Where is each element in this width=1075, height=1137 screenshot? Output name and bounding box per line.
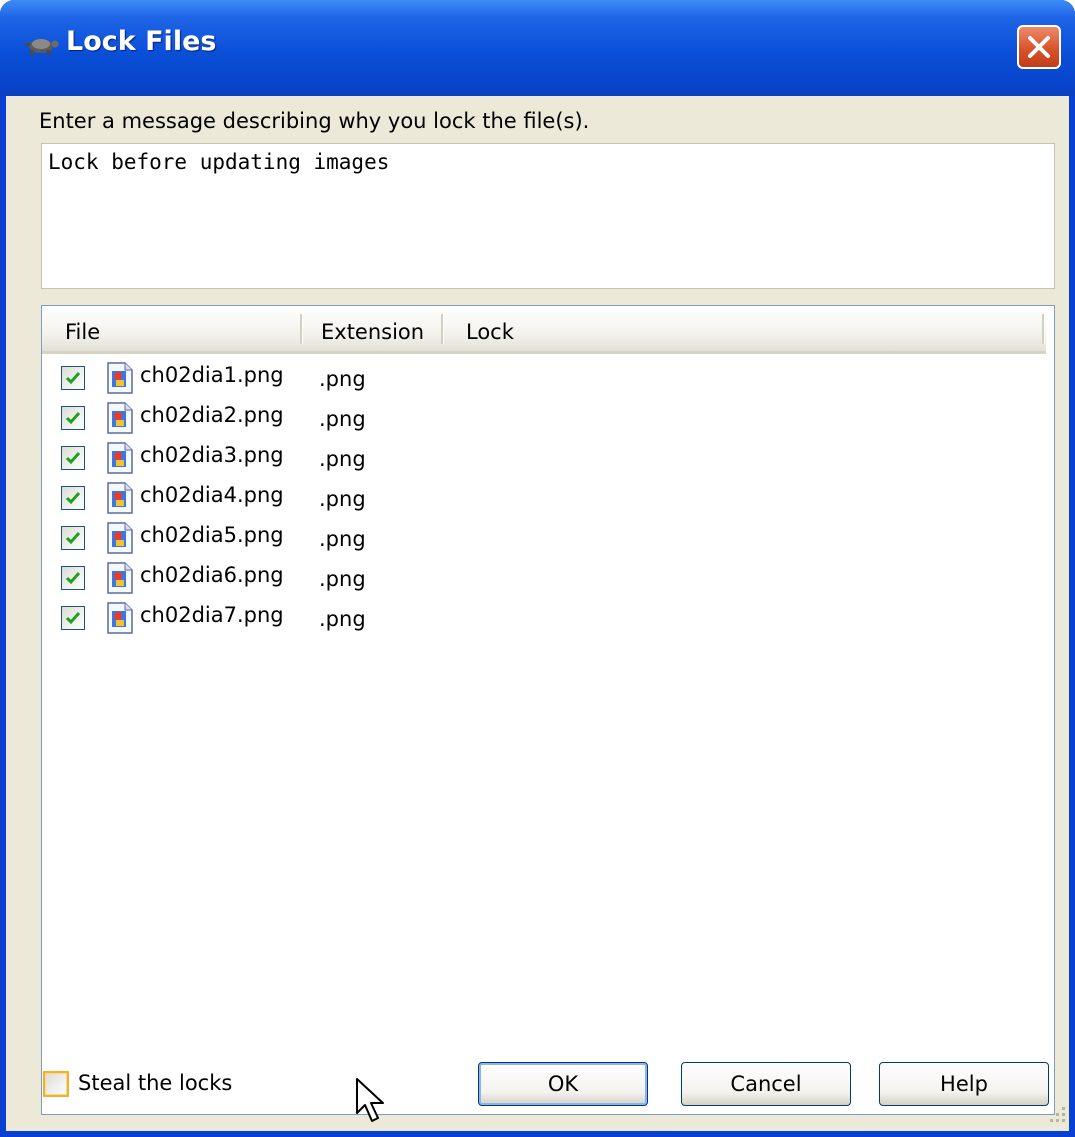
- row-checkbox[interactable]: [61, 526, 85, 550]
- lock-message-box: Lock before updating images: [41, 143, 1055, 289]
- file-extension: .png: [319, 367, 366, 391]
- file-name: ch02dia7.png: [140, 603, 284, 627]
- table-row[interactable]: ch02dia1.png .png: [42, 361, 1046, 401]
- file-extension: .png: [319, 607, 366, 631]
- png-file-icon: [107, 402, 133, 434]
- close-button[interactable]: [1017, 25, 1061, 69]
- row-checkbox[interactable]: [61, 566, 85, 590]
- row-checkbox[interactable]: [61, 486, 85, 510]
- checkmark-icon: [65, 572, 81, 585]
- message-prompt-label: Enter a message describing why you lock …: [39, 109, 590, 133]
- window-title: Lock Files: [66, 26, 217, 57]
- mouse-pointer-icon: [356, 1078, 384, 1122]
- row-checkbox[interactable]: [61, 366, 85, 390]
- ok-button[interactable]: OK: [478, 1062, 648, 1106]
- row-checkbox[interactable]: [61, 406, 85, 430]
- steal-locks-checkbox[interactable]: [43, 1071, 69, 1097]
- row-checkbox[interactable]: [61, 446, 85, 470]
- checkmark-icon: [65, 612, 81, 625]
- column-header-extension[interactable]: Extension: [321, 320, 424, 344]
- png-file-icon: [107, 442, 133, 474]
- column-divider[interactable]: [300, 314, 303, 344]
- table-row[interactable]: ch02dia4.png .png: [42, 481, 1046, 521]
- dialog-client-area: Enter a message describing why you lock …: [6, 96, 1069, 1131]
- file-name: ch02dia1.png: [140, 363, 284, 387]
- file-name: ch02dia3.png: [140, 443, 284, 467]
- column-divider[interactable]: [441, 314, 444, 344]
- steal-locks-label[interactable]: Steal the locks: [78, 1071, 232, 1095]
- column-header-lock[interactable]: Lock: [466, 320, 514, 344]
- lock-message-input[interactable]: Lock before updating images: [48, 150, 1048, 280]
- checkmark-icon: [65, 492, 81, 505]
- table-row[interactable]: ch02dia2.png .png: [42, 401, 1046, 441]
- file-name: ch02dia5.png: [140, 523, 284, 547]
- file-extension: .png: [319, 527, 366, 551]
- png-file-icon: [107, 522, 133, 554]
- checkmark-icon: [65, 452, 81, 465]
- dialog-window: Lock Files Enter a message describing wh…: [0, 0, 1075, 1137]
- png-file-icon: [107, 362, 133, 394]
- checkmark-icon: [65, 412, 81, 425]
- png-file-icon: [107, 602, 133, 634]
- column-divider[interactable]: [1042, 314, 1045, 344]
- png-file-icon: [107, 562, 133, 594]
- checkmark-icon: [65, 532, 81, 545]
- png-file-icon: [107, 482, 133, 514]
- title-bar[interactable]: Lock Files: [0, 0, 1075, 96]
- file-list[interactable]: File Extension Lock ch02dia1.png .png ch…: [41, 305, 1055, 1115]
- cancel-button[interactable]: Cancel: [681, 1062, 851, 1106]
- help-button[interactable]: Help: [879, 1062, 1049, 1106]
- row-checkbox[interactable]: [61, 606, 85, 630]
- table-row[interactable]: ch02dia7.png .png: [42, 601, 1046, 641]
- list-header: File Extension Lock: [42, 306, 1046, 354]
- file-extension: .png: [319, 487, 366, 511]
- table-row[interactable]: ch02dia5.png .png: [42, 521, 1046, 561]
- resize-grip-icon[interactable]: [1046, 1103, 1068, 1125]
- tortoise-icon: [25, 39, 59, 55]
- column-header-file[interactable]: File: [65, 320, 100, 344]
- file-name: ch02dia2.png: [140, 403, 284, 427]
- table-row[interactable]: ch02dia3.png .png: [42, 441, 1046, 481]
- checkmark-icon: [65, 372, 81, 385]
- close-icon: [1028, 36, 1050, 58]
- file-name: ch02dia6.png: [140, 563, 284, 587]
- file-name: ch02dia4.png: [140, 483, 284, 507]
- file-extension: .png: [319, 447, 366, 471]
- file-extension: .png: [319, 567, 366, 591]
- table-row[interactable]: ch02dia6.png .png: [42, 561, 1046, 601]
- file-extension: .png: [319, 407, 366, 431]
